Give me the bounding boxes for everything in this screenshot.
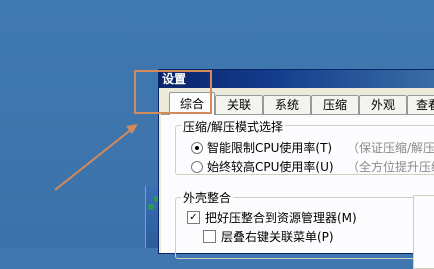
annotation-arrow	[54, 124, 138, 191]
annotation-highlight-box	[134, 70, 212, 114]
